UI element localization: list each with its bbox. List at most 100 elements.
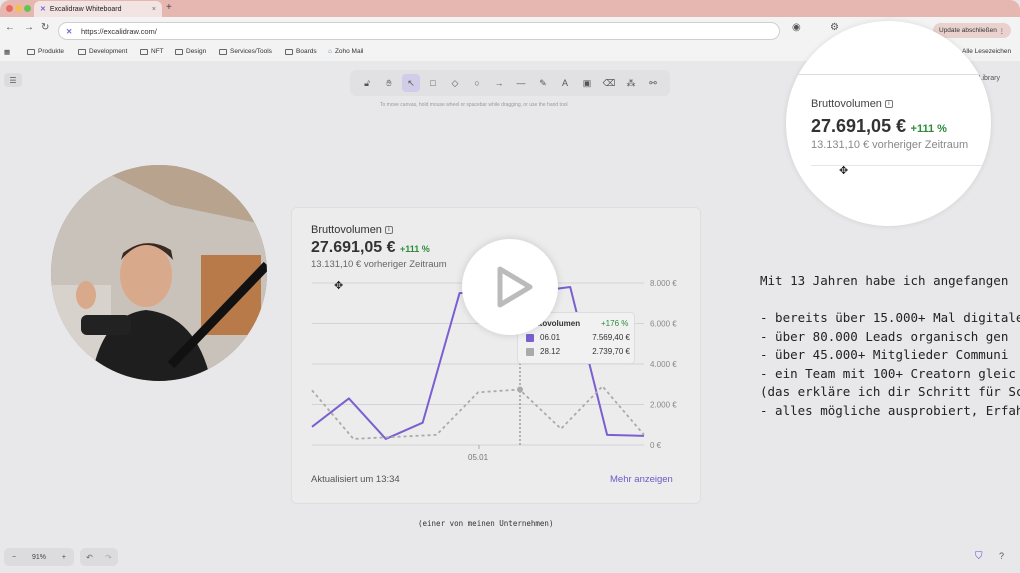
undo-redo-controls: ↶ ↷ <box>80 548 118 566</box>
url-field[interactable]: ✕ https://excalidraw.com/ <box>58 22 780 40</box>
diamond-tool-icon[interactable]: ◇ <box>446 74 464 92</box>
reload-icon[interactable]: ↻ <box>41 22 49 33</box>
card-updated: Aktualisiert um 13:34 <box>311 474 400 485</box>
excalidraw-favicon-icon: ✕ <box>40 6 46 13</box>
bookmark-design[interactable]: Design <box>175 48 206 55</box>
bookmark-label: Services/Tools <box>230 48 272 55</box>
redo-icon[interactable]: ↷ <box>105 553 112 562</box>
divider <box>786 74 991 75</box>
card-title-row: Bruttovolumen i <box>311 224 393 236</box>
bookmark-zoho-mail[interactable]: ⌂ Zoho Mail <box>328 48 363 55</box>
extensions-puzzle-icon[interactable]: ⚙ <box>830 22 839 33</box>
y-tick-label: 2.000 € <box>650 401 677 410</box>
zoom-controls: − 91% + <box>4 548 74 566</box>
tooltip-row: 28.12 2.739,70 € <box>526 347 630 356</box>
maximize-window-button[interactable] <box>24 5 31 12</box>
help-icon[interactable]: ? <box>999 551 1004 561</box>
forward-icon[interactable]: → <box>24 22 34 33</box>
show-more-link[interactable]: Mehr anzeigen <box>610 474 673 485</box>
divider <box>811 165 991 166</box>
lock-icon[interactable]: 🔓︎ <box>358 74 376 92</box>
bookmark-label: NFT <box>151 48 164 55</box>
hover-point <box>517 386 523 393</box>
extension-icon[interactable]: ◉ <box>792 22 801 33</box>
zoom-previous: 13.131,10 € vorheriger Zeitraum <box>811 139 969 151</box>
zoom-value-row: 27.691,05 € +111 % <box>811 116 947 137</box>
tooltip-row-label: 28.12 <box>540 347 561 356</box>
bookmark-label: Produkte <box>38 48 65 55</box>
apps-grid-icon[interactable]: ▦ <box>4 48 10 56</box>
zoom-level[interactable]: 91% <box>32 554 46 561</box>
bookmark-label: Design <box>186 48 207 55</box>
card-previous: 13.131,10 € vorheriger Zeitraum <box>311 259 447 270</box>
bookmark-label: Boards <box>296 48 317 55</box>
y-tick-label: 0 € <box>650 441 662 450</box>
excalidraw-toolbar: 🔓︎ ✋︎ ↖ □ ◇ ○ → — ✎ A ▣ ⌫ ⁂ ⚯ <box>350 70 670 96</box>
arrow-tool-icon[interactable]: → <box>490 74 508 92</box>
eraser-tool-icon[interactable]: ⌫ <box>600 74 618 92</box>
update-button[interactable]: Update abschließen ⋮ <box>933 23 1012 38</box>
site-icon: ✕ <box>66 26 73 36</box>
url-text: https://excalidraw.com/ <box>81 26 157 36</box>
text-tool-icon[interactable]: A <box>556 74 574 92</box>
canvas-hint: To move canvas, hold mouse wheel or spac… <box>380 102 568 108</box>
folder-icon <box>27 48 35 55</box>
y-tick-label: 6.000 € <box>650 320 677 329</box>
bookmark-development[interactable]: Development <box>78 48 127 55</box>
info-icon: i <box>884 100 893 109</box>
shapes-library-icon[interactable]: ⁂ <box>622 74 640 92</box>
handwritten-notes[interactable]: Mit 13 Jahren habe ich angefangen - bere… <box>760 272 1020 420</box>
card-value-row: 27.691,05 € +111 % <box>311 239 430 257</box>
zoom-magnifier: Bruttovolumen i 27.691,05 € +111 % 13.131… <box>786 21 991 226</box>
zoom-value: 27.691,05 € <box>811 116 907 136</box>
zoom-in-button[interactable]: + <box>62 554 66 561</box>
undo-icon[interactable]: ↶ <box>86 553 93 562</box>
bookmark-produkte[interactable]: Produkte <box>27 48 64 55</box>
zoho-icon: ⌂ <box>328 48 332 55</box>
shield-icon[interactable]: ⛉ <box>975 551 983 562</box>
card-value: 27.691,05 € <box>311 239 396 256</box>
zoom-out-button[interactable]: − <box>12 554 16 561</box>
note-line: Mit 13 Jahren habe ich angefangen <box>760 273 1009 288</box>
close-window-button[interactable] <box>6 5 13 12</box>
note-line: - alles mögliche ausprobiert, Erfah <box>760 402 1020 418</box>
note-line: (das erkläre ich dir Schritt für Sc <box>760 384 1020 399</box>
note-line: - ein Team mit 100+ Creatorn gleic <box>760 365 1016 381</box>
hand-tool-icon[interactable]: ✋︎ <box>380 74 398 92</box>
zoom-change: +111 % <box>910 123 947 135</box>
folder-icon <box>175 48 183 55</box>
card-change: +111 % <box>399 244 430 254</box>
browser-tab[interactable]: ✕ Excalidraw Whiteboard × <box>34 1 162 17</box>
selection-tool-icon[interactable]: ↖ <box>402 74 420 92</box>
minimize-window-button[interactable] <box>15 5 22 12</box>
pencil-tool-icon[interactable]: ✎ <box>534 74 552 92</box>
link-tool-icon[interactable]: ⚯ <box>644 74 662 92</box>
presenter-image <box>51 165 267 381</box>
ellipse-tool-icon[interactable]: ○ <box>468 74 486 92</box>
line-tool-icon[interactable]: — <box>512 74 530 92</box>
play-icon <box>497 266 533 308</box>
browser-title-bar: ✕ Excalidraw Whiteboard × + <box>0 0 1020 17</box>
new-tab-button[interactable]: + <box>166 2 172 13</box>
rectangle-tool-icon[interactable]: □ <box>424 74 442 92</box>
close-tab-icon[interactable]: × <box>152 6 156 13</box>
bookmark-boards[interactable]: Boards <box>285 48 317 55</box>
image-caption[interactable]: (einer von meinen Unternehmen) <box>418 519 553 528</box>
bookmark-label: Zoho Mail <box>334 48 364 55</box>
y-tick-label: 8.000 € <box>650 279 677 288</box>
info-icon: i <box>384 226 393 235</box>
image-tool-icon[interactable]: ▣ <box>578 74 596 92</box>
tab-title: Excalidraw Whiteboard <box>49 5 122 13</box>
hamburger-menu-icon[interactable]: ☰ <box>4 73 22 87</box>
bookmark-nft[interactable]: NFT <box>140 48 164 55</box>
bookmark-services-tools[interactable]: Services/Tools <box>219 48 272 55</box>
tooltip-change: +176 % <box>601 319 629 328</box>
play-video-button[interactable] <box>462 239 558 335</box>
note-line: - über 45.000+ Mitglieder Communi <box>760 347 1009 362</box>
folder-icon <box>285 48 293 55</box>
move-cursor-icon: ✥ <box>839 165 849 177</box>
bookmark-label: Development <box>89 48 128 55</box>
y-tick-label: 4.000 € <box>650 360 677 369</box>
folder-icon <box>140 48 148 55</box>
back-icon[interactable]: ← <box>5 22 15 33</box>
